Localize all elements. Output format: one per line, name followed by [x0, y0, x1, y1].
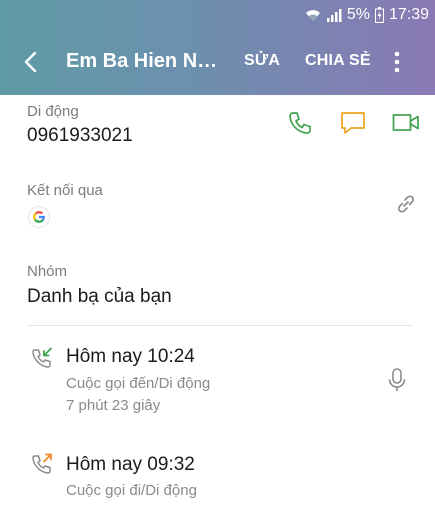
- link-icon: [397, 195, 415, 213]
- more-options-button[interactable]: [388, 48, 406, 76]
- share-button[interactable]: CHIA SẺ: [305, 52, 371, 70]
- clock: 17:39: [388, 6, 429, 23]
- google-icon: [28, 206, 50, 228]
- header: 5% 17:39 Em Ba Hien Nha… SỬA CHIA SẺ: [0, 0, 435, 95]
- google-account-button[interactable]: [28, 206, 50, 233]
- outgoing-call-icon: [30, 452, 54, 481]
- call-log-1-type: Cuộc gọi đến/Di động: [66, 375, 211, 392]
- message-button[interactable]: [340, 110, 366, 141]
- message-icon: [341, 112, 365, 134]
- divider: [27, 325, 413, 326]
- call-icon: [289, 112, 311, 134]
- phone-label: Di động: [27, 103, 79, 120]
- status-bar: 5% 17:39: [0, 0, 435, 30]
- voice-recording-button[interactable]: [386, 367, 408, 398]
- back-button[interactable]: [16, 46, 48, 78]
- more-icon: [394, 51, 400, 73]
- app-bar: Em Ba Hien Nha… SỬA CHIA SẺ: [0, 34, 435, 90]
- video-call-icon: [392, 114, 419, 131]
- call-log-1-duration: 7 phút 23 giây: [66, 397, 161, 414]
- incoming-call-icon: [30, 346, 54, 375]
- contact-name-title: Em Ba Hien Nha…: [66, 50, 226, 72]
- battery-percent: 5%: [346, 6, 370, 23]
- call-log-2-title[interactable]: Hôm nay 09:32: [66, 454, 195, 476]
- group-label: Nhóm: [27, 263, 68, 280]
- video-call-button[interactable]: [392, 112, 420, 139]
- back-icon: [24, 51, 37, 73]
- phone-number[interactable]: 0961933021: [27, 125, 133, 147]
- call-button[interactable]: [287, 110, 313, 141]
- link-button[interactable]: [394, 192, 418, 221]
- voice-recording-icon: [388, 368, 406, 391]
- call-log-2-type: Cuộc gọi đi/Di động: [66, 482, 197, 499]
- call-log-1-title[interactable]: Hôm nay 10:24: [66, 346, 195, 368]
- signal-icon: [326, 8, 342, 22]
- battery-icon: [374, 7, 384, 23]
- group-value[interactable]: Danh bạ của bạn: [27, 286, 172, 308]
- edit-button[interactable]: SỬA: [244, 52, 280, 70]
- wifi-icon: [305, 8, 321, 22]
- linked-via-label: Kết nối qua: [27, 182, 103, 199]
